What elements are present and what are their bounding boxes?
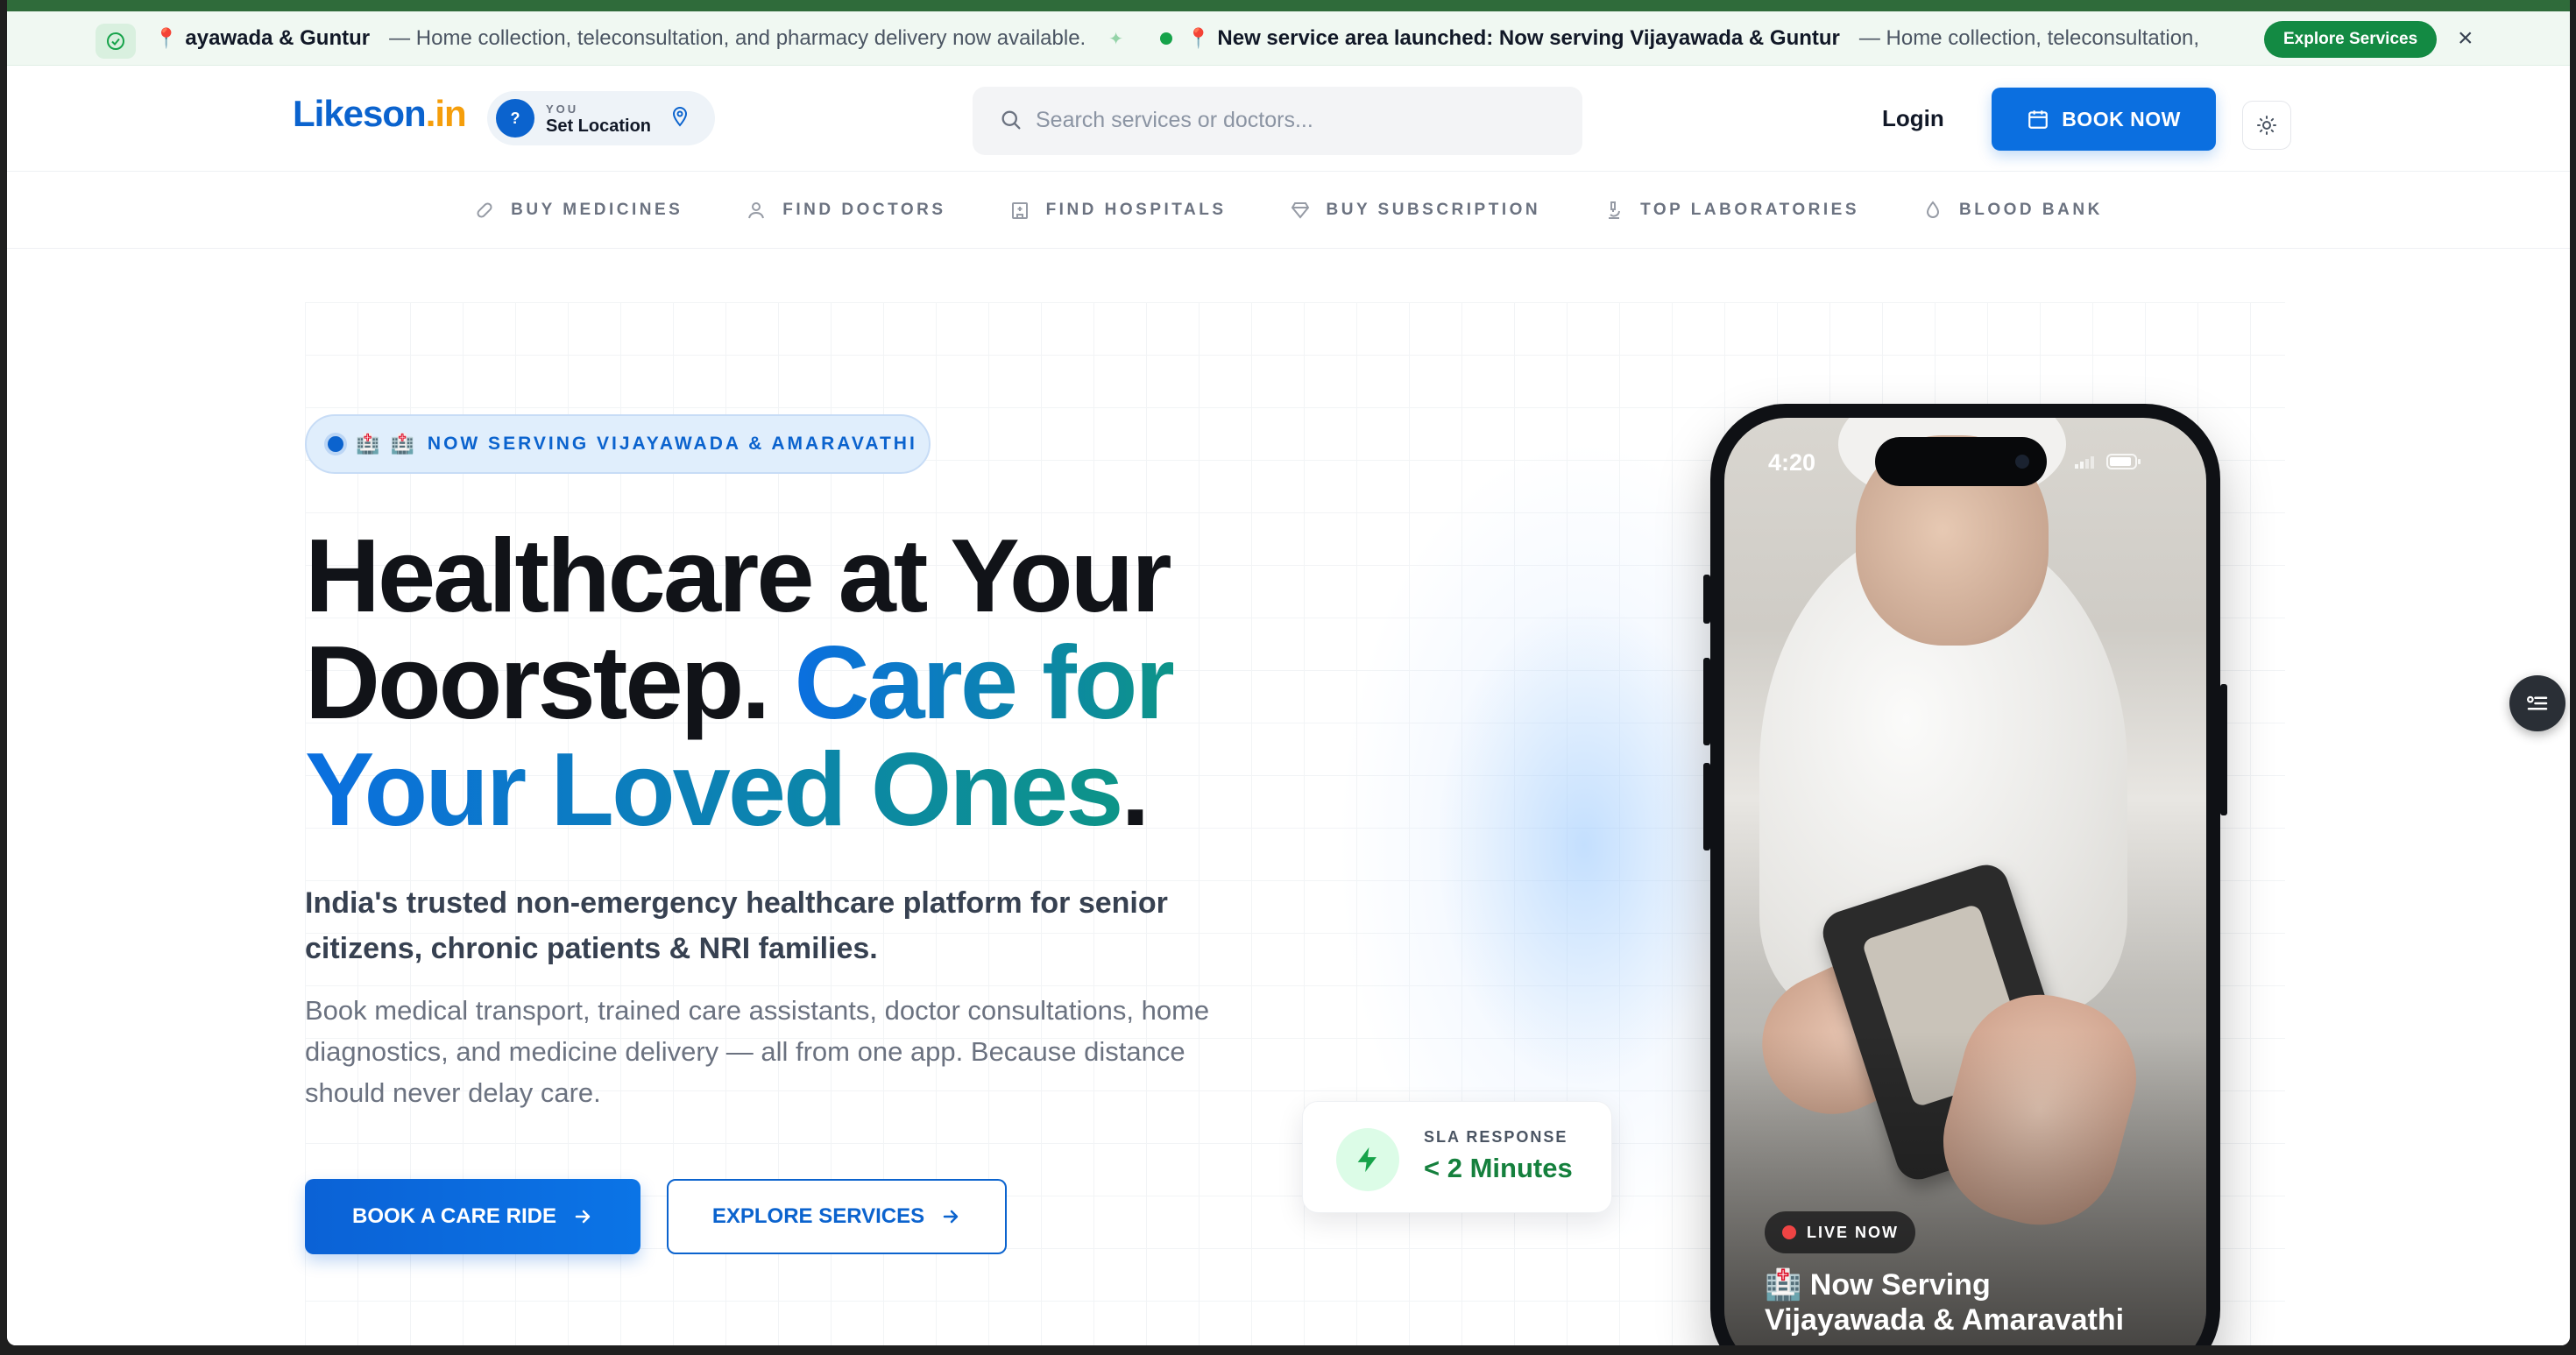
location-small-label: YOU <box>546 102 579 116</box>
nav-buy-medicines[interactable]: BUY MEDICINES <box>474 200 683 221</box>
phone-mockup: 4:20 LIVE NOW 🏥 Now Serving Vijayawada &… <box>1703 404 2227 1345</box>
logo-suffix: .in <box>425 93 467 134</box>
ticker-track: 📍 ayawada & Guntur — Home collection, te… <box>154 11 2200 65</box>
live-label: LIVE NOW <box>1807 1223 1899 1241</box>
map-pin-icon: 📍 <box>1185 27 1211 49</box>
check-circle-icon <box>96 24 136 59</box>
book-now-button[interactable]: BOOK NOW <box>1992 88 2216 151</box>
phone-caption-line2: Vijayawada & Amaravathi <box>1765 1303 2125 1337</box>
location-selector[interactable]: ? YOU Set Location <box>487 91 715 145</box>
dynamic-island <box>1875 437 2047 486</box>
theme-toggle[interactable] <box>2242 101 2291 150</box>
nav-label: BUY SUBSCRIPTION <box>1326 201 1541 219</box>
search-input[interactable]: Search services or doctors... <box>973 87 1582 155</box>
close-icon[interactable]: × <box>2458 24 2473 53</box>
announcement-ticker: 📍 ayawada & Guntur — Home collection, te… <box>7 11 2570 66</box>
calendar-icon <box>2028 110 2049 129</box>
headline-line2a: Doorstep. <box>305 625 770 741</box>
cta-label: BOOK A CARE RIDE <box>352 1204 556 1228</box>
hero-subheading: India's trusted non-emergency healthcare… <box>305 886 1168 965</box>
login-link[interactable]: Login <box>1882 105 1944 132</box>
sla-label: SLA RESPONSE <box>1424 1128 1568 1146</box>
user-icon <box>748 202 765 219</box>
explore-services-pill[interactable]: Explore Services <box>2264 21 2438 58</box>
signal-icon <box>2075 456 2094 469</box>
microscope-icon <box>1609 201 1621 219</box>
explore-services-button[interactable]: EXPLORE SERVICES <box>667 1179 1007 1254</box>
phone-status-icons <box>2075 453 2141 470</box>
hero-section: 🏥 🏥 NOW SERVING VIJAYAWADA & AMARAVATHI … <box>7 250 2570 1345</box>
nav-label: BUY MEDICINES <box>511 201 683 219</box>
hero-headline: Healthcare at Your Doorstep. Care for Yo… <box>305 523 1356 843</box>
main-nav: BUY MEDICINES FIND DOCTORS FIND HOSPITAL… <box>7 173 2570 249</box>
page: 📍 ayawada & Guntur — Home collection, te… <box>7 0 2570 1345</box>
arrow-right-icon <box>575 1210 591 1224</box>
pill-icon <box>477 202 492 218</box>
nav-label: TOP LABORATORIES <box>1640 201 1860 219</box>
book-now-label: BOOK NOW <box>2062 107 2181 131</box>
nav-label: FIND HOSPITALS <box>1045 201 1227 219</box>
site-header: Likeson.in ? YOU Set Location Search ser… <box>7 67 2570 172</box>
arrow-right-icon <box>943 1210 959 1224</box>
logo-main: Likeson <box>293 93 427 134</box>
diamond-icon <box>1291 202 1309 219</box>
status-dot <box>328 436 343 452</box>
phone-side-button <box>1703 658 1710 745</box>
live-dot <box>1782 1225 1796 1239</box>
phone-screen: 4:20 LIVE NOW 🏥 Now Serving Vijayawada &… <box>1724 418 2206 1345</box>
sla-card: SLA RESPONSE < 2 Minutes <box>1302 1101 1612 1213</box>
nav-buy-subscription[interactable]: BUY SUBSCRIPTION <box>1290 200 1541 221</box>
nav-find-hospitals[interactable]: FIND HOSPITALS <box>1009 200 1227 221</box>
search-icon <box>999 108 1023 137</box>
hospital-emoji: 🏥 🏥 <box>356 433 417 455</box>
cta-label: EXPLORE SERVICES <box>711 1204 925 1228</box>
map-pin-icon: 📍 <box>154 27 179 49</box>
nav-label: BLOOD BANK <box>1959 201 2103 219</box>
headline-line2b: Care for <box>794 625 1175 741</box>
phone-side-button <box>2220 684 2227 815</box>
badge-text: NOW SERVING VIJAYAWADA & AMARAVATHI <box>427 434 917 454</box>
list-settings-icon <box>2526 695 2548 710</box>
location-avatar: ? <box>496 99 534 138</box>
location-pin-icon <box>671 106 689 132</box>
nav-blood-bank[interactable]: BLOOD BANK <box>1922 200 2103 221</box>
phone-clock: 4:20 <box>1768 449 1816 476</box>
sla-value: < 2 Minutes <box>1424 1153 1573 1183</box>
location-label: Set Location <box>546 116 652 136</box>
phone-side-button <box>1703 575 1710 624</box>
top-accent-bar <box>7 0 2570 11</box>
nav-top-laboratories[interactable]: TOP LABORATORIES <box>1603 200 1859 221</box>
ticker-headline: New service area launched: Now serving V… <box>1217 26 1840 50</box>
headline-line3: Your Loved Ones <box>305 731 1123 848</box>
phone-caption: 🏥 Now Serving Vijayawada & Amaravathi <box>1765 1267 2185 1337</box>
phone-side-button <box>1703 763 1710 850</box>
nav-label: FIND DOCTORS <box>782 201 946 219</box>
phone-caption-line1: 🏥 Now Serving <box>1765 1268 1991 1302</box>
droplet-icon <box>1927 201 1940 218</box>
battery-icon <box>2106 454 2141 469</box>
sparkle-icon: ✦ <box>1108 29 1123 49</box>
live-now-badge: LIVE NOW <box>1765 1211 1915 1253</box>
ticker-text: — Home collection, teleconsultation, <box>1858 26 2200 50</box>
sun-icon <box>2257 116 2276 135</box>
hospital-icon <box>1011 202 1028 219</box>
ticker-place: ayawada & Guntur <box>185 26 371 50</box>
nav-find-doctors[interactable]: FIND DOCTORS <box>746 200 945 221</box>
lightning-icon <box>1336 1128 1399 1191</box>
floating-menu-button[interactable] <box>2509 675 2565 731</box>
book-care-ride-button[interactable]: BOOK A CARE RIDE <box>305 1179 640 1254</box>
live-dot <box>1159 32 1172 45</box>
search-placeholder: Search services or doctors... <box>1036 108 1313 132</box>
hero-description: Book medical transport, trained care ass… <box>305 995 1210 1108</box>
ticker-text: — Home collection, teleconsultation, and… <box>389 26 1086 50</box>
logo[interactable]: Likeson.in <box>293 93 467 135</box>
headline-period: . <box>1121 731 1150 848</box>
service-area-badge: 🏥 🏥 NOW SERVING VIJAYAWADA & AMARAVATHI <box>305 414 931 474</box>
headline-line1: Healthcare at Your <box>305 518 1172 634</box>
